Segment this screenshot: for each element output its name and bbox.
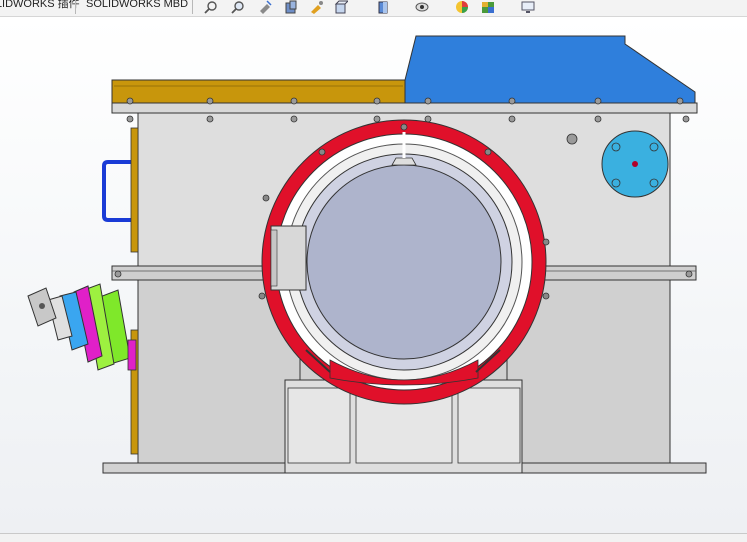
housing-lid — [111, 79, 406, 104]
drum — [306, 164, 502, 360]
gearbox-cover — [404, 35, 696, 104]
assembly-model[interactable] — [0, 0, 747, 541]
shaft-coupling — [27, 283, 137, 371]
